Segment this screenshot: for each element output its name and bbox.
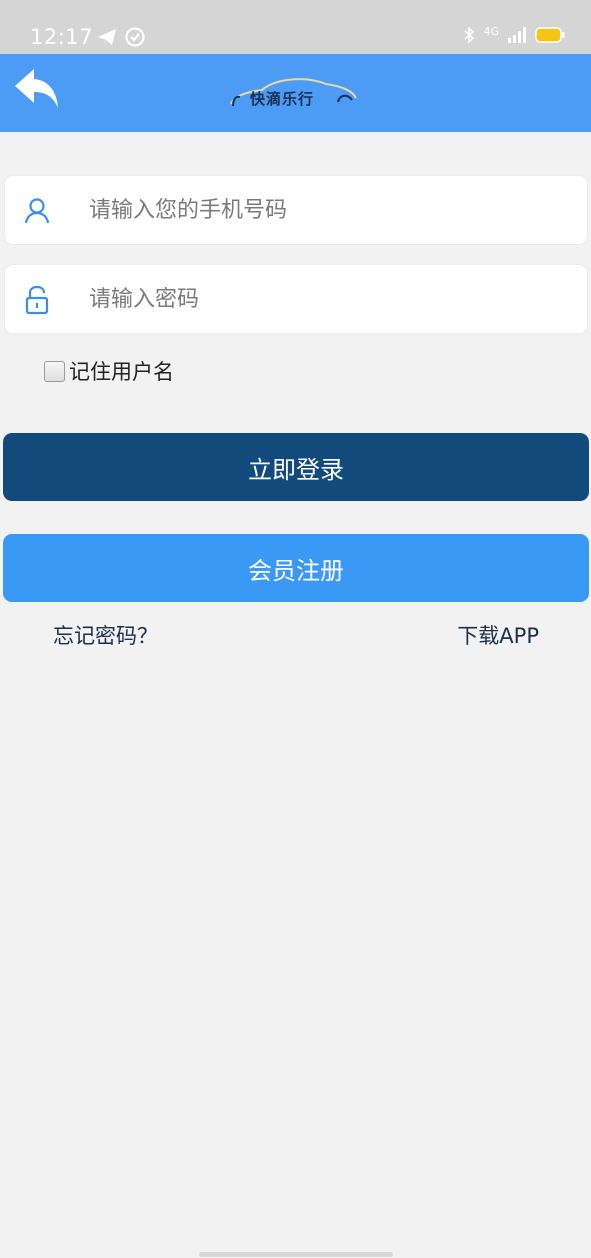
forgot-password-link[interactable]: 忘记密码？ <box>53 620 158 650</box>
bluetooth-icon <box>464 26 475 44</box>
register-button[interactable]: 会员注册 <box>3 534 589 602</box>
remember-label: 记住用户名 <box>69 360 174 384</box>
download-app-link[interactable]: 下载APP <box>457 620 539 650</box>
app-logo: 快滴乐行 <box>228 72 363 114</box>
lock-icon <box>25 285 49 315</box>
status-left-icons <box>96 25 146 49</box>
phone-input[interactable] <box>89 176 569 244</box>
telegram-icon <box>98 29 116 45</box>
network-type: 4G <box>483 24 499 38</box>
back-arrow-icon <box>15 69 58 108</box>
status-time: 12:17 <box>30 25 94 49</box>
user-icon <box>24 198 50 224</box>
logo-text: 快滴乐行 <box>250 90 315 108</box>
back-button[interactable] <box>12 65 62 115</box>
login-button[interactable]: 立即登录 <box>3 433 589 501</box>
password-input[interactable] <box>89 265 569 333</box>
home-indicator <box>199 1252 393 1257</box>
signal-icon <box>508 27 526 43</box>
status-bar: 12:17 4G <box>0 0 591 54</box>
remember-checkbox[interactable] <box>44 360 65 382</box>
remember-username[interactable]: 记住用户名 <box>44 356 174 386</box>
status-right-icons: 4G <box>463 24 565 44</box>
clock-check-icon <box>125 27 145 47</box>
password-field <box>5 265 587 333</box>
header-bar: 快滴乐行 <box>0 54 591 132</box>
phone-field <box>5 176 587 244</box>
battery-icon <box>535 27 565 43</box>
